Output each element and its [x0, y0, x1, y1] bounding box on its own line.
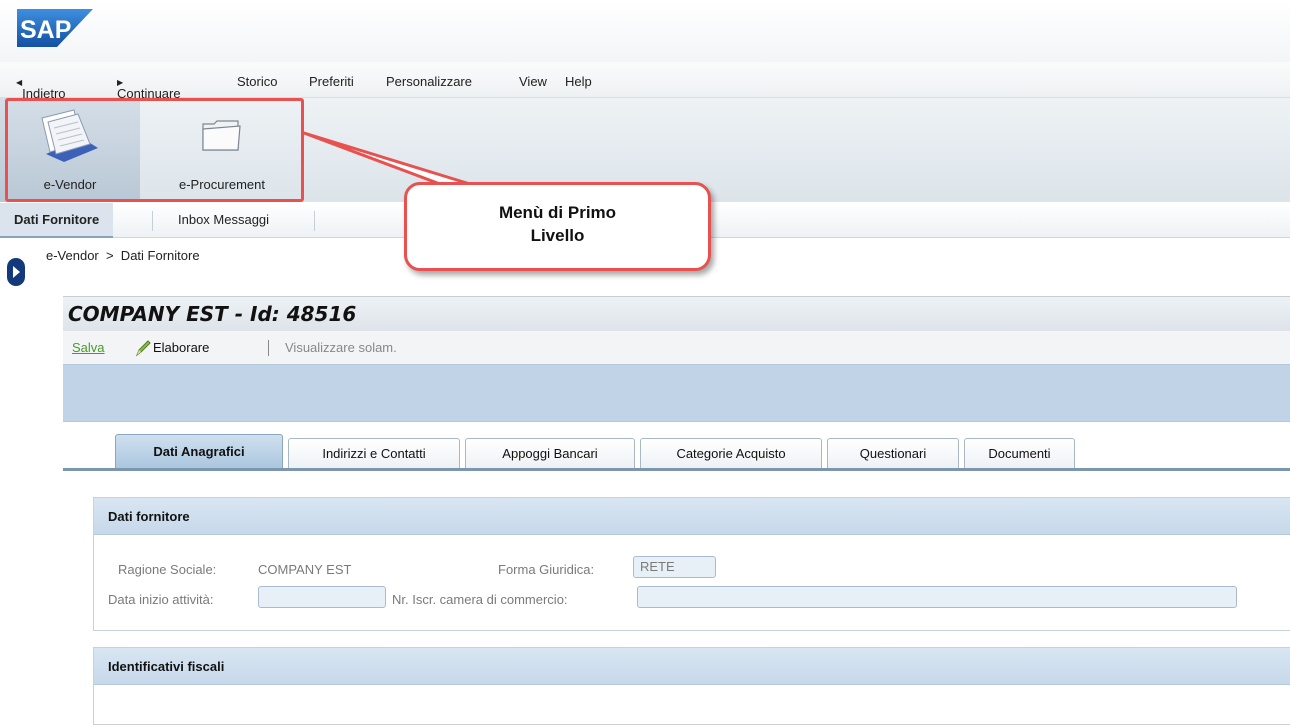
top-menu-highlight	[5, 98, 304, 202]
app-header: SAP	[0, 0, 1290, 62]
page-title: COMPANY EST - Id: 48516	[68, 302, 357, 326]
pencil-icon	[135, 340, 151, 357]
group-title: Dati fornitore	[108, 509, 190, 524]
ragione-sociale-value: COMPANY EST	[258, 562, 352, 577]
data-inizio-attivita-label: Data inizio attività:	[108, 592, 214, 607]
back-button[interactable]: ◀ Indietro	[16, 74, 66, 101]
content-panel: COMPANY EST - Id: 48516 Salva Elaborare …	[63, 296, 1290, 725]
group-header: Identificativi fiscali	[94, 648, 1290, 685]
subnav-inbox-messaggi[interactable]: Inbox Messaggi	[164, 203, 283, 238]
callout-line-1: Menù di Primo	[498, 203, 617, 222]
sidebar-toggle-button[interactable]	[7, 258, 25, 286]
menu-item-personalizzare[interactable]: Personalizzare	[386, 74, 472, 89]
tab-documenti[interactable]: Documenti	[964, 438, 1075, 470]
group-dati-fornitore: Dati fornitore Ragione Sociale: COMPANY …	[93, 497, 1290, 631]
forma-giuridica-label: Forma Giuridica:	[498, 562, 595, 577]
sap-logo: SAP	[17, 9, 93, 47]
edit-button[interactable]: Elaborare	[153, 340, 209, 355]
group-title: Identificativi fiscali	[108, 659, 225, 674]
subnav-divider	[314, 211, 315, 231]
tab-appoggi-bancari[interactable]: Appoggi Bancari	[465, 438, 635, 470]
forward-button[interactable]: Continuare ▶	[117, 74, 181, 101]
callout-line-2: Livello	[530, 226, 585, 245]
breadcrumb[interactable]: e-Vendor > Dati Fornitore	[46, 248, 200, 263]
menu-item-view[interactable]: View	[519, 74, 547, 89]
page-title-bar: COMPANY EST - Id: 48516	[63, 296, 1290, 330]
group-header: Dati fornitore	[94, 498, 1290, 535]
nr-iscrizione-field[interactable]	[637, 586, 1237, 608]
svg-text:SAP: SAP	[20, 16, 71, 44]
ragione-sociale-label: Ragione Sociale:	[118, 562, 217, 577]
menu-item-preferiti[interactable]: Preferiti	[309, 74, 354, 89]
subnav-dati-fornitore[interactable]: Dati Fornitore	[0, 203, 114, 238]
tab-questionari[interactable]: Questionari	[827, 438, 959, 470]
menu-bar: ◀ Indietro Continuare ▶ Storico Preferit…	[0, 62, 1290, 101]
callout-text: Menù di Primo Livello	[404, 201, 711, 247]
nr-iscrizione-label: Nr. Iscr. camera di commercio:	[392, 592, 568, 607]
tab-indirizzi-e-contatti[interactable]: Indirizzi e Contatti	[288, 438, 460, 470]
group-identificativi-fiscali: Identificativi fiscali	[93, 647, 1290, 725]
menu-item-storico[interactable]: Storico	[237, 74, 277, 89]
tabstrip: Dati Anagrafici Indirizzi e Contatti App…	[63, 422, 1290, 472]
forma-giuridica-field[interactable]: RETE	[633, 556, 716, 578]
save-button[interactable]: Salva	[72, 340, 105, 355]
view-only-button[interactable]: Visualizzare solam.	[285, 340, 397, 355]
menu-item-help[interactable]: Help	[565, 74, 592, 89]
toolbar-divider	[268, 340, 269, 356]
page-toolbar: Salva Elaborare Visualizzare solam.	[63, 330, 1290, 364]
header-band	[63, 364, 1290, 422]
tab-categorie-acquisto[interactable]: Categorie Acquisto	[640, 438, 822, 470]
tabstrip-baseline	[63, 468, 1290, 471]
subnav-divider	[152, 211, 153, 231]
tab-dati-anagrafici[interactable]: Dati Anagrafici	[115, 434, 283, 470]
data-inizio-attivita-field[interactable]	[258, 586, 386, 608]
